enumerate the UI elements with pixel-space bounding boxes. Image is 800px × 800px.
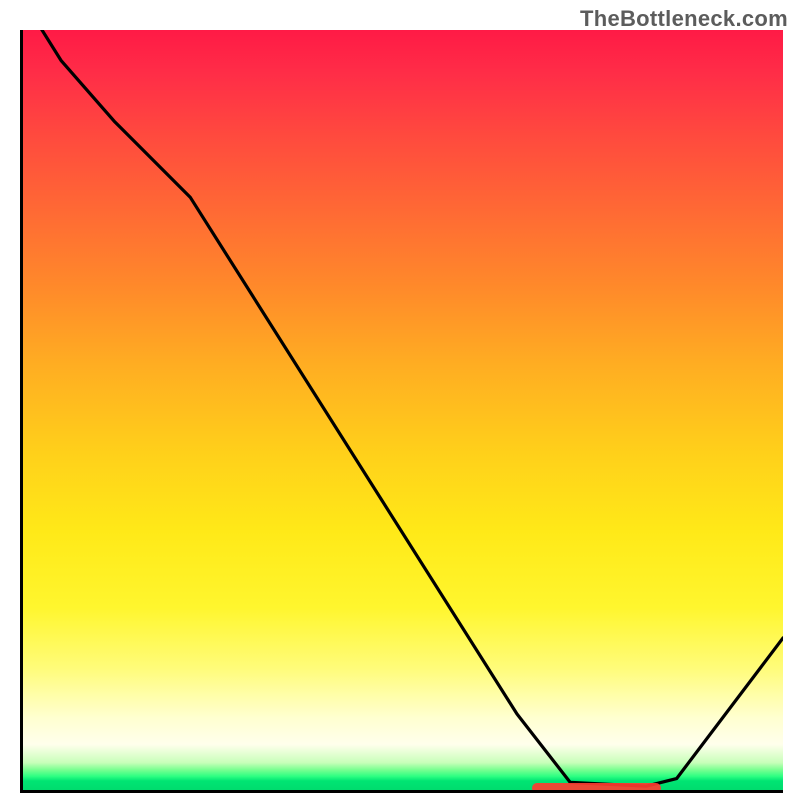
curve-svg [23,30,783,790]
plot-area [20,30,783,793]
plot-inner [23,30,783,790]
optimum-marker [532,783,661,793]
chart-root: TheBottleneck.com [0,0,800,800]
bottleneck-curve [23,30,783,786]
watermark: TheBottleneck.com [580,6,788,32]
